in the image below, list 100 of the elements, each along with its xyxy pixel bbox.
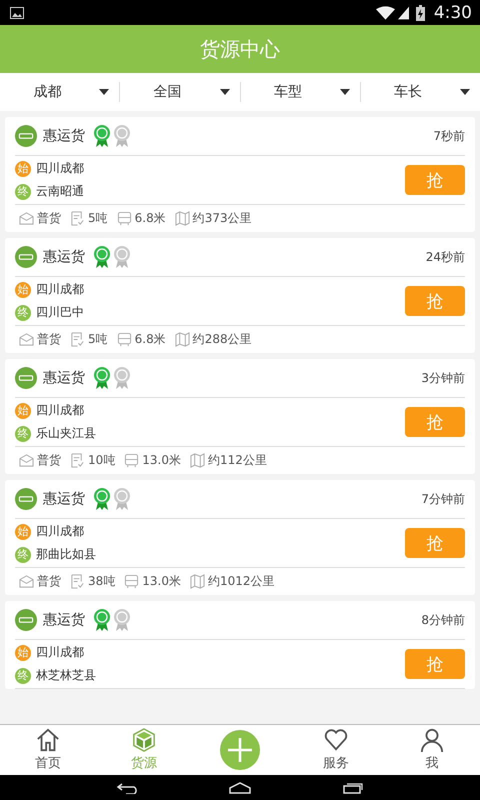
post-time: 3分钟前 (421, 370, 465, 386)
start-marker: 始 (15, 644, 31, 660)
company-logo-icon (15, 609, 37, 631)
destination-text: 云南昭通 (36, 183, 84, 200)
cargo-weight: 38吨 (88, 573, 116, 590)
distance: 约112公里 (208, 452, 267, 469)
truck-length: 6.8米 (134, 210, 166, 227)
company-name: 惠运货 (43, 611, 85, 629)
start-marker: 始 (15, 160, 31, 176)
medal-icon (113, 246, 131, 268)
map-icon (190, 453, 205, 468)
document-icon (70, 332, 85, 347)
medal-icon (113, 125, 131, 147)
envelope-icon (19, 211, 34, 226)
destination-text: 那曲比如县 (36, 546, 96, 563)
end-marker: 终 (15, 426, 31, 442)
destination-text: 乐山夹江县 (36, 425, 96, 442)
medal-icon (113, 488, 131, 510)
battery-icon (416, 4, 425, 20)
map-icon (190, 574, 205, 589)
signal-icon (398, 6, 409, 20)
origin-text: 四川成都 (36, 644, 84, 661)
origin-text: 四川成都 (36, 281, 84, 298)
company-name: 惠运货 (43, 127, 85, 145)
map-icon (174, 211, 190, 226)
cargo-weight: 5吨 (88, 210, 108, 227)
filter-dropdown[interactable]: 车长 (360, 82, 480, 102)
origin-text: 四川成都 (36, 523, 84, 540)
back-icon[interactable] (116, 782, 140, 794)
image-icon (10, 6, 24, 18)
caret-icon (460, 89, 470, 95)
company-logo-icon (15, 488, 37, 510)
medal-icon (93, 367, 111, 389)
end-marker: 终 (15, 668, 31, 684)
start-marker: 始 (15, 282, 31, 298)
envelope-icon (19, 574, 34, 589)
caret-icon (340, 89, 350, 95)
cargo-weight: 10吨 (88, 452, 116, 469)
cargo-card[interactable]: 惠运货 3分钟前 始 四川成都 终 乐山夹江县 抢 普货 10吨 13.0米 约112公里 (5, 359, 475, 474)
person-icon (420, 728, 444, 752)
bus-icon (116, 211, 132, 226)
end-marker: 终 (15, 546, 31, 562)
company-name: 惠运货 (43, 369, 85, 387)
envelope-icon (19, 332, 34, 347)
cargo-type: 普货 (37, 573, 61, 590)
caret-icon (220, 89, 230, 95)
medal-icon (93, 246, 111, 268)
filter-dropdown[interactable]: 成都 (0, 82, 120, 102)
tab-item[interactable]: 服务 (288, 725, 384, 775)
medal-icon (93, 125, 111, 147)
bus-icon (124, 574, 140, 589)
truck-length: 13.0米 (142, 573, 181, 590)
origin-text: 四川成都 (36, 402, 84, 419)
company-logo-icon (15, 246, 37, 268)
cargo-weight: 5吨 (88, 331, 108, 348)
distance: 约1012公里 (208, 573, 275, 590)
cargo-card[interactable]: 惠运货 8分钟前 始 四川成都 终 林芝林芝县 抢 (5, 601, 475, 689)
box-icon (132, 728, 156, 752)
post-time: 7秒前 (433, 128, 465, 144)
envelope-icon (19, 453, 34, 468)
company-name: 惠运货 (43, 248, 85, 266)
post-time: 7分钟前 (421, 490, 465, 508)
medal-icon (93, 609, 111, 631)
truck-length: 6.8米 (134, 331, 166, 348)
cargo-type: 普货 (37, 210, 61, 227)
distance: 约373公里 (192, 210, 252, 227)
home-icon (36, 728, 60, 752)
document-icon (70, 453, 85, 468)
start-marker: 始 (15, 524, 31, 540)
end-marker: 终 (15, 184, 31, 200)
post-time: 8分钟前 (421, 612, 465, 628)
cargo-type: 普货 (37, 452, 61, 469)
medal-icon (113, 609, 131, 631)
truck-length: 13.0米 (142, 452, 181, 469)
company-logo-icon (15, 125, 37, 147)
start-marker: 始 (15, 402, 31, 418)
cargo-card[interactable]: 惠运货 24秒前 始 四川成都 终 四川巴中 抢 普货 5吨 6.8米 约288公里 (5, 238, 475, 353)
cargo-card[interactable]: 惠运货 7秒前 始 四川成都 终 云南昭通 抢 普货 5吨 6.8米 约373公里 (5, 117, 475, 232)
company-logo-icon (15, 367, 37, 389)
filter-dropdown[interactable]: 车型 (240, 82, 360, 102)
medal-icon (93, 488, 111, 510)
filter-dropdown[interactable]: 全国 (119, 82, 240, 102)
document-icon (70, 574, 85, 589)
company-name: 惠运货 (43, 490, 85, 508)
map-icon (174, 332, 190, 347)
page-title: 货源中心 (200, 36, 280, 62)
tab-item[interactable]: 首页 (0, 725, 96, 775)
caret-icon (99, 89, 110, 95)
clock: 4:30 (434, 2, 472, 22)
document-icon (70, 211, 85, 226)
cargo-card[interactable]: 惠运货 7分钟前 始 四川成都 终 那曲比如县 抢 普货 38吨 13.0米 约1012公里 (5, 480, 475, 595)
cargo-type: 普货 (37, 331, 61, 348)
tab-item[interactable]: 我 (384, 725, 480, 775)
destination-text: 林芝林芝县 (36, 667, 96, 684)
wifi-icon (376, 6, 395, 20)
destination-text: 四川巴中 (36, 304, 84, 321)
bus-icon (124, 453, 140, 468)
home-icon[interactable] (228, 782, 252, 794)
origin-text: 四川成都 (36, 160, 84, 177)
post-time: 24秒前 (426, 248, 465, 266)
